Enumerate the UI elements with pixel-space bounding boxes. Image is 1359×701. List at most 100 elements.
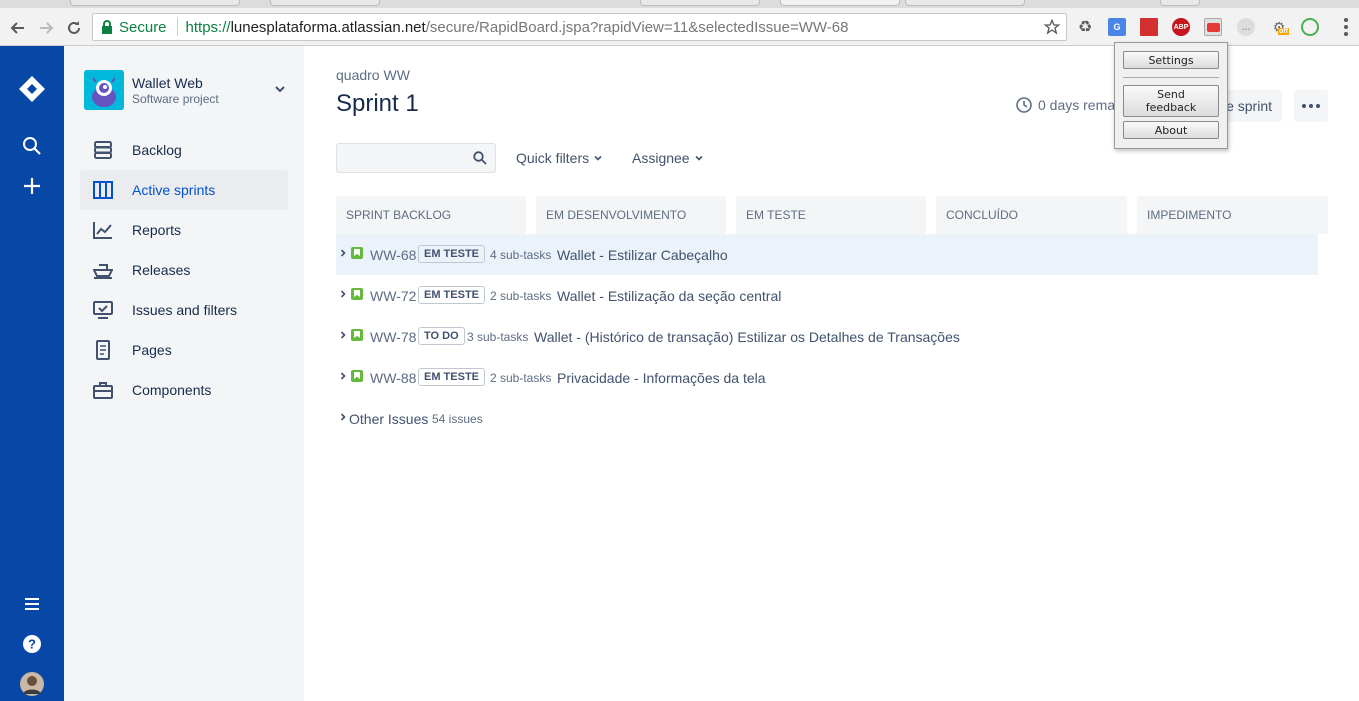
- reports-chart-icon: [92, 220, 114, 240]
- search-input[interactable]: [337, 144, 467, 172]
- adblock-extension-icon[interactable]: ABP: [1172, 18, 1190, 36]
- new-tab-button[interactable]: [1160, 0, 1200, 6]
- extension-popup-menu: Settings Send feedback About: [1114, 42, 1228, 149]
- browser-tab[interactable]: [905, 0, 1025, 6]
- project-sidebar: Wallet Web Software project Backlog Acti…: [64, 46, 304, 701]
- project-name: Wallet Web: [132, 75, 203, 91]
- url-protocol: https://: [185, 18, 231, 36]
- briefcase-icon: [92, 380, 114, 400]
- sidebar-item-active-sprints[interactable]: Active sprints: [80, 170, 288, 210]
- status-badge: EM TESTE: [418, 368, 486, 386]
- back-button[interactable]: [7, 17, 29, 39]
- chevron-right-icon[interactable]: [338, 371, 348, 381]
- subtask-count: 4 sub-tasks: [490, 247, 552, 262]
- chevron-down-icon[interactable]: [272, 81, 288, 97]
- board-column-headers: SPRINT BACKLOG EM DESENVOLVIMENTO EM TES…: [336, 196, 1328, 234]
- chevron-right-icon[interactable]: [338, 330, 348, 340]
- swimlane-row[interactable]: WW-68 EM TESTE 4 sub-tasks Wallet - Esti…: [336, 234, 1318, 275]
- video-extension-icon[interactable]: [1204, 18, 1222, 36]
- assignee-dropdown[interactable]: Assignee: [632, 150, 704, 166]
- project-switcher[interactable]: Wallet Web Software project: [84, 70, 288, 110]
- issue-key[interactable]: WW-68: [370, 247, 416, 263]
- sidebar-item-label: Backlog: [132, 142, 182, 158]
- clock-icon: [1016, 97, 1032, 113]
- send-feedback-button[interactable]: Send feedback: [1123, 85, 1219, 117]
- chevron-down-icon: [695, 155, 703, 161]
- chevron-right-icon[interactable]: [338, 248, 348, 258]
- global-navigation: ?: [0, 46, 64, 701]
- arrow-right-icon: [40, 22, 54, 34]
- user-avatar[interactable]: [17, 669, 47, 699]
- browser-tab[interactable]: [640, 0, 760, 6]
- more-actions-icon[interactable]: [1294, 90, 1328, 122]
- issue-summary[interactable]: Privacidade - Informações da tela: [557, 370, 766, 386]
- sidebar-item-label: Issues and filters: [132, 302, 238, 318]
- column-header: EM DESENVOLVIMENTO: [536, 196, 726, 234]
- browser-toolbar: Secure https:// lunesplataforma.atlassia…: [0, 8, 1359, 46]
- board-columns-icon: [92, 180, 114, 200]
- sidebar-item-releases[interactable]: Releases: [80, 250, 288, 290]
- help-icon[interactable]: ?: [17, 629, 47, 659]
- about-button[interactable]: About: [1123, 121, 1219, 139]
- reload-button[interactable]: [63, 17, 85, 39]
- chat-extension-icon[interactable]: …: [1237, 18, 1255, 36]
- issue-key[interactable]: WW-72: [370, 288, 416, 304]
- story-icon: [351, 247, 363, 259]
- browser-tab-active[interactable]: [780, 0, 900, 6]
- assignee-label: Assignee: [632, 150, 690, 166]
- search-icon[interactable]: [473, 151, 487, 170]
- sidebar-item-components[interactable]: Components: [80, 370, 288, 410]
- sidebar-item-label: Releases: [132, 262, 191, 278]
- forward-button[interactable]: [35, 17, 57, 39]
- sidebar-item-pages[interactable]: Pages: [80, 330, 288, 370]
- jira-logo-icon[interactable]: [17, 74, 47, 104]
- send-feedback-line2: feedback: [1145, 101, 1197, 114]
- translate-extension-icon[interactable]: G: [1108, 18, 1126, 36]
- status-badge: EM TESTE: [418, 286, 486, 304]
- url-path: /secure/RapidBoard.jspa?rapidView=11&sel…: [425, 18, 849, 36]
- circle-extension-icon[interactable]: [1301, 18, 1319, 36]
- bookmark-star-icon[interactable]: [1043, 18, 1061, 39]
- arrow-left-icon: [10, 22, 24, 34]
- other-issues-row[interactable]: Other Issues 54 issues: [336, 398, 1318, 439]
- breadcrumb[interactable]: quadro WW: [336, 67, 410, 83]
- swimlane-list: WW-68 EM TESTE 4 sub-tasks Wallet - Esti…: [336, 234, 1318, 439]
- quick-filters-dropdown[interactable]: Quick filters: [516, 150, 603, 166]
- issue-summary[interactable]: Wallet - Estilizar Cabeçalho: [557, 247, 728, 263]
- issue-summary[interactable]: Wallet - (Histórico de transação) Estili…: [534, 329, 960, 345]
- browser-tab[interactable]: [270, 0, 380, 6]
- chevron-right-icon[interactable]: [338, 412, 348, 422]
- create-plus-icon[interactable]: [17, 171, 47, 201]
- sidebar-item-reports[interactable]: Reports: [80, 210, 288, 250]
- chevron-right-icon[interactable]: [338, 289, 348, 299]
- other-issues-count: 54 issues: [432, 411, 483, 426]
- column-header: EM TESTE: [736, 196, 926, 234]
- issue-key[interactable]: WW-88: [370, 370, 416, 386]
- sidebar-item-label: Components: [132, 382, 212, 398]
- subtask-count: 2 sub-tasks: [490, 370, 552, 385]
- issue-key[interactable]: WW-78: [370, 329, 416, 345]
- reload-icon: [68, 21, 80, 34]
- browser-tab[interactable]: [70, 0, 240, 6]
- address-bar[interactable]: Secure https:// lunesplataforma.atlassia…: [92, 13, 1067, 41]
- sidebar-item-issues-and-filters[interactable]: Issues and filters: [80, 290, 288, 330]
- other-issues-label: Other Issues: [349, 410, 429, 427]
- settings-button[interactable]: Settings: [1123, 51, 1219, 69]
- sidebar-item-backlog[interactable]: Backlog: [80, 130, 288, 170]
- menu-hamburger-icon[interactable]: [17, 589, 47, 619]
- project-type: Software project: [132, 92, 219, 106]
- column-header: IMPEDIMENTO: [1137, 196, 1328, 234]
- issue-summary[interactable]: Wallet - Estilização da seção central: [557, 288, 781, 304]
- swimlane-row[interactable]: WW-78 TO DO 3 sub-tasks Wallet - (Histór…: [336, 316, 1318, 357]
- sidebar-item-label: Pages: [132, 342, 172, 358]
- recycle-extension-icon[interactable]: ♻: [1076, 18, 1094, 36]
- board-search: [336, 143, 496, 173]
- project-avatar-icon: [84, 70, 124, 110]
- bookmark-extension-icon[interactable]: [1140, 18, 1158, 36]
- swimlane-row[interactable]: WW-88 EM TESTE 2 sub-tasks Privacidade -…: [336, 357, 1318, 398]
- remaining-label: 0 days rema: [1038, 97, 1116, 113]
- swimlane-row[interactable]: WW-72 EM TESTE 2 sub-tasks Wallet - Esti…: [336, 275, 1318, 316]
- robot-extension-icon[interactable]: ⚙ off: [1270, 18, 1289, 36]
- search-icon[interactable]: [17, 131, 47, 161]
- browser-menu-icon[interactable]: [1343, 18, 1349, 36]
